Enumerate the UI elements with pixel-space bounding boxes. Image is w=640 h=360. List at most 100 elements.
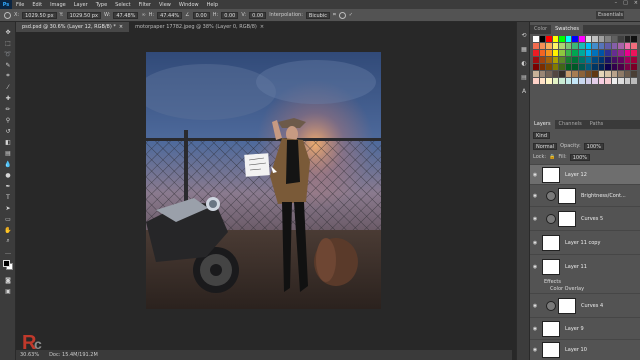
- crop-tool-icon[interactable]: ⌗: [3, 72, 13, 80]
- tab-psd[interactable]: psd.psd @ 30.6% (Layer 12, RGB/8) * ×: [16, 22, 130, 32]
- eye-icon[interactable]: ◉: [530, 303, 540, 309]
- layer-name[interactable]: Brightness/Cont...: [581, 193, 626, 199]
- color-swatch[interactable]: [578, 43, 585, 49]
- path-selection-tool-icon[interactable]: ➤: [3, 204, 13, 212]
- color-swatch[interactable]: [605, 50, 611, 56]
- move-tool-icon[interactable]: ✥: [3, 28, 13, 36]
- color-swatch[interactable]: [585, 78, 592, 84]
- lock-icon[interactable]: 🔒: [549, 154, 555, 160]
- color-swatch[interactable]: [611, 43, 618, 49]
- lasso-tool-icon[interactable]: ➰: [3, 50, 13, 58]
- angle-field[interactable]: 0.00: [192, 11, 210, 19]
- color-swatch[interactable]: [611, 78, 618, 84]
- color-swatch[interactable]: [631, 71, 637, 77]
- v-skew-field[interactable]: 0.00: [249, 11, 267, 19]
- color-swatch[interactable]: [624, 50, 631, 56]
- color-swatch[interactable]: [572, 50, 578, 56]
- layer-name[interactable]: Curves 5: [581, 216, 603, 222]
- menu-type[interactable]: Type: [92, 2, 111, 8]
- workspace-select[interactable]: Essentials: [596, 11, 624, 19]
- color-swatch[interactable]: [585, 50, 592, 56]
- link-icon[interactable]: ∞: [141, 12, 145, 18]
- color-swatch[interactable]: [546, 78, 552, 84]
- h-skew-field[interactable]: 0.00: [221, 11, 239, 19]
- color-swatch[interactable]: [559, 36, 565, 42]
- color-swatch[interactable]: [605, 36, 611, 42]
- color-swatch[interactable]: [618, 64, 624, 70]
- color-swatch[interactable]: [552, 50, 559, 56]
- layer-row-curves-4[interactable]: ◉ Curves 4: [530, 293, 640, 317]
- color-swatch[interactable]: [624, 57, 631, 63]
- layer-row-layer-9[interactable]: ◉ Layer 9: [530, 317, 640, 339]
- color-swatch[interactable]: [565, 57, 572, 63]
- color-swatch[interactable]: [631, 43, 637, 49]
- color-swatch[interactable]: [631, 57, 637, 63]
- color-swatch[interactable]: [572, 57, 578, 63]
- color-swatch[interactable]: [533, 43, 539, 49]
- color-swatch[interactable]: [533, 64, 539, 70]
- color-swatch[interactable]: [611, 64, 618, 70]
- foreground-color-swatch[interactable]: [3, 260, 10, 267]
- color-swatch[interactable]: [618, 36, 624, 42]
- screen-mode-icon[interactable]: ▣: [3, 287, 13, 295]
- color-swatch[interactable]: [539, 50, 546, 56]
- color-swatch[interactable]: [592, 50, 598, 56]
- color-swatch[interactable]: [585, 43, 592, 49]
- color-swatch[interactable]: [559, 71, 565, 77]
- color-swatch[interactable]: [631, 50, 637, 56]
- color-swatch[interactable]: [618, 57, 624, 63]
- layer-name[interactable]: Layer 11 copy: [565, 240, 600, 246]
- eraser-tool-icon[interactable]: ◧: [3, 138, 13, 146]
- color-swatch[interactable]: [552, 36, 559, 42]
- x-field[interactable]: 1029.50 px: [22, 11, 57, 19]
- eye-icon[interactable]: ◉: [530, 240, 540, 246]
- eye-icon[interactable]: ◉: [530, 193, 540, 199]
- clone-stamp-tool-icon[interactable]: ⚲: [3, 116, 13, 124]
- menu-filter[interactable]: Filter: [135, 2, 155, 8]
- tab-layers[interactable]: Layers: [530, 120, 555, 129]
- color-swatch[interactable]: [539, 43, 546, 49]
- eye-icon[interactable]: ◉: [530, 172, 540, 178]
- cancel-transform-icon[interactable]: [338, 11, 346, 19]
- color-swatch[interactable]: [552, 64, 559, 70]
- color-swatch[interactable]: [533, 36, 539, 42]
- color-swatch[interactable]: [631, 78, 637, 84]
- maximize-button[interactable]: □: [623, 0, 628, 6]
- color-swatch[interactable]: [624, 71, 631, 77]
- color-swatch[interactable]: [605, 78, 611, 84]
- color-swatch[interactable]: [565, 64, 572, 70]
- hand-tool-icon[interactable]: ✋: [3, 226, 13, 234]
- color-swatch[interactable]: [624, 36, 631, 42]
- color-swatch[interactable]: [618, 50, 624, 56]
- color-swatch[interactable]: [559, 57, 565, 63]
- zoom-level[interactable]: 30.63%: [20, 352, 39, 358]
- tab-paths[interactable]: Paths: [586, 120, 608, 129]
- commit-transform-icon[interactable]: ✓: [349, 12, 353, 18]
- layer-row-layer-11[interactable]: ◉ Layer 11: [530, 254, 640, 278]
- libraries-icon[interactable]: ▤: [520, 74, 528, 82]
- color-swatch[interactable]: [572, 64, 578, 70]
- color-swatch[interactable]: [585, 57, 592, 63]
- color-swatch[interactable]: [585, 71, 592, 77]
- color-swatch[interactable]: [592, 36, 598, 42]
- kind-filter-select[interactable]: Kind: [533, 131, 551, 139]
- eye-icon[interactable]: ◉: [530, 216, 540, 222]
- color-swatch[interactable]: [631, 64, 637, 70]
- document-canvas[interactable]: [146, 52, 381, 309]
- color-swatch[interactable]: [533, 57, 539, 63]
- color-swatch[interactable]: [605, 43, 611, 49]
- color-swatch[interactable]: [578, 71, 585, 77]
- color-swatch[interactable]: [611, 36, 618, 42]
- color-swatch[interactable]: [565, 50, 572, 56]
- color-swatch[interactable]: [578, 64, 585, 70]
- color-swatch[interactable]: [533, 71, 539, 77]
- color-swatch[interactable]: [624, 43, 631, 49]
- color-swatch[interactable]: [533, 50, 539, 56]
- menu-window[interactable]: Window: [175, 2, 203, 8]
- color-swatch[interactable]: [565, 36, 572, 42]
- eye-icon[interactable]: ◉: [530, 326, 540, 332]
- color-swatch[interactable]: [559, 43, 565, 49]
- color-swatch[interactable]: [546, 50, 552, 56]
- color-swatch[interactable]: [585, 36, 592, 42]
- minimize-button[interactable]: –: [615, 0, 618, 6]
